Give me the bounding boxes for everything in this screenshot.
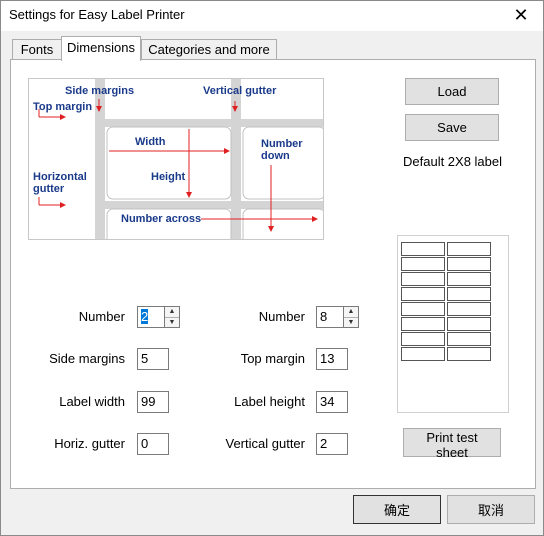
preview-label-cell xyxy=(401,242,445,256)
horiz-gutter-input[interactable]: 0 xyxy=(137,433,169,455)
label-width-label: Label width xyxy=(59,394,125,409)
preview-label-cell xyxy=(401,272,445,286)
diagram-number-across-label: Number across xyxy=(121,213,202,225)
preset-name: Default 2X8 label xyxy=(403,154,503,169)
preview-label-cell xyxy=(447,242,491,256)
preview-label-cell xyxy=(401,287,445,301)
spin-up-icon[interactable]: ▲ xyxy=(165,307,179,317)
number-across-stepper[interactable]: ▲ ▼ xyxy=(164,306,180,328)
diagram-height-label: Height xyxy=(151,171,186,183)
diagram-horizontal-gutter-label: Horizontal gutter xyxy=(33,171,87,195)
label-width-input[interactable]: 99 xyxy=(137,391,169,413)
diagram-number-down-label: Number down xyxy=(261,138,303,162)
preview-label-cell xyxy=(447,347,491,361)
vertical-gutter-input[interactable]: 2 xyxy=(316,433,348,455)
side-margins-input[interactable]: 5 xyxy=(137,348,169,370)
diagram-vertical-gutter-label: Vertical gutter xyxy=(203,85,277,97)
spin-down-icon[interactable]: ▼ xyxy=(165,317,179,328)
preview-label-cell xyxy=(401,302,445,316)
preview-label-cell xyxy=(447,287,491,301)
top-margin-input[interactable]: 13 xyxy=(316,348,348,370)
preview-label-cell xyxy=(401,332,445,346)
preview-label-cell xyxy=(447,272,491,286)
number-down-label: Number xyxy=(258,309,305,324)
horiz-gutter-label: Horiz. gutter xyxy=(54,436,125,451)
close-icon[interactable]: ✕ xyxy=(509,3,533,27)
preview-label-cell xyxy=(447,302,491,316)
title-bar: Settings for Easy Label Printer ✕ xyxy=(1,1,543,31)
dimensions-diagram: Side margins Vertical gutter Top margin … xyxy=(28,78,324,240)
diagram-width-label: Width xyxy=(135,136,166,148)
tab-categories[interactable]: Categories and more xyxy=(141,39,277,60)
preview-label-cell xyxy=(447,257,491,271)
window-title: Settings for Easy Label Printer xyxy=(9,7,185,22)
spin-up-icon[interactable]: ▲ xyxy=(344,307,358,317)
number-across-label: Number xyxy=(78,309,125,324)
side-margins-label: Side margins xyxy=(49,351,125,366)
preview-label-cell xyxy=(401,317,445,331)
preview-label-cell xyxy=(401,347,445,361)
save-button[interactable]: Save xyxy=(405,114,499,141)
diagram-side-margins-label: Side margins xyxy=(65,85,135,97)
preview-label-cell xyxy=(447,332,491,346)
ok-button[interactable]: 确定 xyxy=(353,495,441,524)
settings-dialog: Settings for Easy Label Printer ✕ Fonts … xyxy=(0,0,544,536)
label-sheet-preview xyxy=(397,235,509,413)
spin-down-icon[interactable]: ▼ xyxy=(344,317,358,328)
tab-dimensions[interactable]: Dimensions xyxy=(61,36,141,61)
number-down-stepper[interactable]: ▲ ▼ xyxy=(343,306,359,328)
label-height-label: Label height xyxy=(234,394,305,409)
preview-label-cell xyxy=(447,317,491,331)
preview-label-cell xyxy=(401,257,445,271)
diagram-top-margin-label: Top margin xyxy=(33,101,93,113)
vertical-gutter-label: Vertical gutter xyxy=(225,436,306,451)
top-margin-label: Top margin xyxy=(240,351,305,366)
print-test-sheet-button[interactable]: Print test sheet xyxy=(403,428,501,460)
load-button[interactable]: Load xyxy=(405,78,499,105)
label-height-input[interactable]: 34 xyxy=(316,391,348,413)
cancel-button[interactable]: 取消 xyxy=(447,495,535,524)
tab-fonts[interactable]: Fonts xyxy=(12,39,62,60)
